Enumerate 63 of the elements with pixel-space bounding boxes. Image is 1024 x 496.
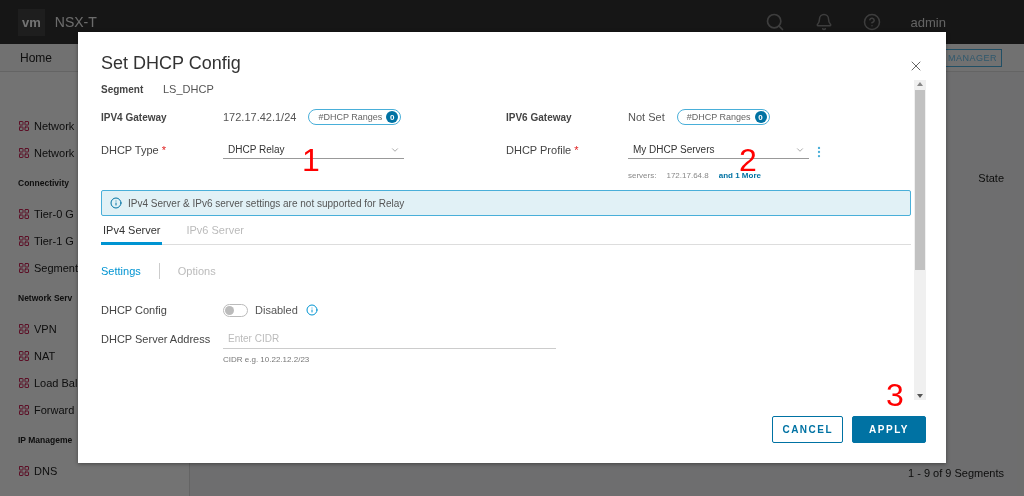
nav-item[interactable]: Home — [20, 50, 52, 65]
sidebar-item[interactable]: Load Bal — [18, 369, 78, 396]
annotation-number: 3 — [886, 383, 904, 409]
sidebar-item[interactable]: Tier-0 G — [18, 200, 74, 227]
sidebar-item[interactable]: Network — [18, 139, 75, 166]
field-label: IPV6 Gateway — [506, 111, 573, 123]
toggle-state: Disabled — [255, 304, 298, 316]
server-address: 172.17.64.8 — [666, 171, 709, 180]
bell-icon[interactable] — [814, 13, 833, 31]
servers-label: servers: — [628, 171, 657, 180]
field-label: IPV4 Gateway — [101, 111, 168, 123]
cidr-input[interactable]: Enter CIDR — [223, 333, 556, 349]
field-label: DHCP Server Address — [101, 333, 212, 345]
grid-icon — [18, 119, 30, 132]
field-value: 172.17.42.1/24 — [223, 111, 297, 123]
field-value: LS_DHCP — [163, 83, 214, 95]
grid-icon — [18, 207, 30, 220]
sidebar-item[interactable]: Segment — [18, 254, 79, 281]
grid-icon — [18, 464, 30, 477]
scrollbar[interactable] — [914, 80, 926, 400]
user-menu[interactable]: admin — [910, 14, 946, 30]
apply-button[interactable]: APPLY — [852, 415, 926, 443]
field-label: DHCP Profile * — [506, 144, 580, 156]
info-icon — [110, 197, 122, 209]
cancel-button[interactable]: CANCEL — [772, 415, 844, 443]
app-title: NSX-T — [54, 14, 97, 30]
sidebar-item[interactable]: Network — [18, 112, 75, 139]
subtab[interactable]: Settings — [101, 265, 141, 277]
field-label: DHCP Type * — [101, 144, 167, 156]
tab[interactable]: IPv4 Server — [101, 222, 163, 245]
field-hint: CIDR e.g. 10.22.12.2/23 — [223, 355, 311, 364]
grid-icon — [18, 146, 30, 159]
sidebar-item[interactable]: VPN — [18, 315, 57, 342]
grid-icon — [18, 349, 30, 362]
grid-icon — [18, 261, 30, 274]
field-label: Segment — [101, 83, 145, 95]
info-icon[interactable] — [305, 304, 318, 316]
sidebar-item[interactable]: Tier-1 G — [18, 227, 74, 254]
help-icon[interactable] — [862, 13, 881, 31]
more-link[interactable]: and 1 More — [718, 171, 761, 180]
search-icon[interactable] — [764, 12, 785, 32]
pagination-text: 1 - 9 of 9 Segments — [908, 467, 1004, 479]
count-badge: 0 — [754, 111, 767, 123]
grid-icon — [18, 376, 30, 389]
field-value: Not Set — [628, 111, 665, 123]
grid-icon — [18, 403, 30, 416]
field-label: DHCP Config — [101, 304, 168, 316]
toggle-switch[interactable] — [223, 303, 248, 317]
dialog-title: Set DHCP Config — [101, 53, 241, 74]
count-badge: 0 — [386, 111, 399, 123]
vm-logo: vm — [18, 8, 45, 36]
sidebar-section: Connectivity — [18, 166, 69, 200]
sidebar-item[interactable]: Forward — [18, 396, 75, 423]
grid-icon — [18, 234, 30, 247]
sidebar-section: IP Manageme — [18, 423, 73, 457]
sidebar-item[interactable]: NAT — [18, 342, 56, 369]
grid-icon — [18, 322, 30, 335]
sidebar-section: Network Serv — [18, 281, 73, 315]
column-header: State — [978, 172, 1004, 184]
required-mark: * — [161, 144, 166, 156]
info-text: IPv4 Server & IPv6 server settings are not supported for Relay — [128, 197, 405, 209]
sidebar-item[interactable]: DNS — [18, 457, 58, 484]
required-mark: * — [574, 144, 579, 156]
